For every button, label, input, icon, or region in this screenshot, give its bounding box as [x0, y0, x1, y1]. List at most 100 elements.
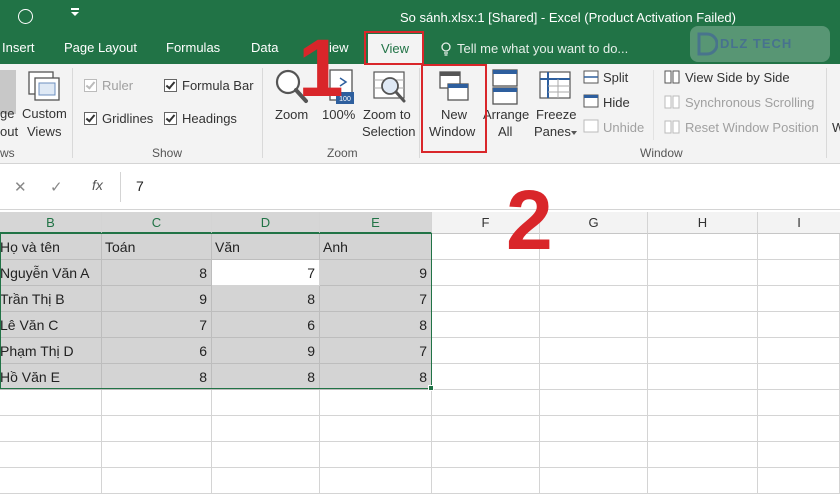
table-row-english[interactable]: 8: [320, 364, 432, 390]
empty-cell[interactable]: [540, 416, 648, 442]
empty-cell[interactable]: [0, 416, 102, 442]
empty-cell[interactable]: [648, 286, 758, 312]
empty-cell[interactable]: [758, 312, 840, 338]
empty-cell[interactable]: [212, 468, 320, 494]
view-side-by-side-button[interactable]: View Side by Side: [685, 70, 790, 85]
freeze-panes-label-1[interactable]: Freeze: [536, 107, 576, 122]
empty-cell[interactable]: [432, 286, 540, 312]
empty-cell[interactable]: [648, 338, 758, 364]
table-row-name[interactable]: Hồ Văn E: [0, 364, 102, 390]
table-row-name[interactable]: Trần Thị B: [0, 286, 102, 312]
table-row-math[interactable]: 8: [102, 260, 212, 286]
fill-handle[interactable]: [428, 385, 434, 391]
zoom-to-selection-label-2[interactable]: Selection: [362, 124, 415, 139]
empty-cell[interactable]: [648, 312, 758, 338]
empty-cell[interactable]: [648, 364, 758, 390]
zoom-to-selection-label-1[interactable]: Zoom to: [363, 107, 411, 122]
custom-views-icon[interactable]: [27, 70, 61, 102]
zoom-to-selection-icon[interactable]: [372, 70, 408, 104]
table-row-name[interactable]: Phạm Thị D: [0, 338, 102, 364]
empty-cell[interactable]: [648, 390, 758, 416]
empty-cell[interactable]: [758, 364, 840, 390]
empty-cell[interactable]: [648, 442, 758, 468]
empty-cell[interactable]: [648, 234, 758, 260]
empty-cell[interactable]: [0, 390, 102, 416]
table-row-english[interactable]: 7: [320, 338, 432, 364]
column-header-i[interactable]: I: [758, 212, 840, 234]
empty-cell[interactable]: [758, 442, 840, 468]
empty-cell[interactable]: [540, 442, 648, 468]
empty-cell[interactable]: [432, 338, 540, 364]
column-header-e[interactable]: E: [320, 212, 432, 234]
custom-views-label-2[interactable]: Views: [27, 124, 61, 139]
empty-cell[interactable]: [432, 416, 540, 442]
unhide-button[interactable]: Unhide: [603, 120, 644, 135]
tab-insert[interactable]: Insert: [2, 40, 35, 55]
split-icon[interactable]: [583, 70, 599, 84]
table-row-english[interactable]: 8: [320, 312, 432, 338]
freeze-panes-icon[interactable]: [538, 70, 572, 102]
empty-cell[interactable]: [320, 390, 432, 416]
customize-quick-access-icon[interactable]: [70, 8, 80, 18]
formula-input[interactable]: 7: [136, 178, 144, 194]
empty-cell[interactable]: [432, 312, 540, 338]
active-cell[interactable]: 7: [212, 260, 320, 286]
empty-cell[interactable]: [648, 260, 758, 286]
view-side-by-side-icon[interactable]: [664, 70, 680, 84]
switch-windows-partial-label[interactable]: W: [832, 120, 840, 135]
empty-cell[interactable]: [758, 468, 840, 494]
table-row-math[interactable]: 9: [102, 286, 212, 312]
arrange-all-label-2[interactable]: All: [498, 124, 512, 139]
column-header-d[interactable]: D: [212, 212, 320, 234]
arrange-all-label-1[interactable]: Arrange: [483, 107, 529, 122]
empty-cell[interactable]: [102, 416, 212, 442]
freeze-panes-label-2[interactable]: Panes: [534, 124, 571, 139]
tab-page-layout[interactable]: Page Layout: [64, 40, 137, 55]
table-row-math[interactable]: 6: [102, 338, 212, 364]
table-row-math[interactable]: 7: [102, 312, 212, 338]
tab-formulas[interactable]: Formulas: [166, 40, 220, 55]
column-header-c[interactable]: C: [102, 212, 212, 234]
table-row-literature[interactable]: 8: [212, 364, 320, 390]
empty-cell[interactable]: [212, 416, 320, 442]
empty-cell[interactable]: [648, 468, 758, 494]
cell-header-english[interactable]: Anh: [320, 234, 432, 260]
empty-cell[interactable]: [758, 416, 840, 442]
empty-cell[interactable]: [758, 286, 840, 312]
empty-cell[interactable]: [432, 390, 540, 416]
empty-cell[interactable]: [540, 312, 648, 338]
column-header-h[interactable]: H: [648, 212, 758, 234]
empty-cell[interactable]: [432, 468, 540, 494]
empty-cell[interactable]: [212, 442, 320, 468]
empty-cell[interactable]: [540, 260, 648, 286]
arrange-all-icon[interactable]: [491, 68, 519, 106]
table-row-literature[interactable]: 6: [212, 312, 320, 338]
column-header-b[interactable]: B: [0, 212, 102, 234]
empty-cell[interactable]: [758, 390, 840, 416]
gridlines-checkbox[interactable]: [84, 112, 97, 125]
hide-button[interactable]: Hide: [603, 95, 630, 110]
freeze-panes-dropdown-icon[interactable]: [571, 131, 577, 135]
empty-cell[interactable]: [320, 442, 432, 468]
empty-cell[interactable]: [758, 260, 840, 286]
tab-data[interactable]: Data: [251, 40, 278, 55]
empty-cell[interactable]: [540, 286, 648, 312]
table-row-english[interactable]: 7: [320, 286, 432, 312]
cell-header-name[interactable]: Họ và tên: [0, 234, 102, 260]
table-row-literature[interactable]: 8: [212, 286, 320, 312]
headings-checkbox[interactable]: [164, 112, 177, 125]
column-header-g[interactable]: G: [540, 212, 648, 234]
table-row-literature[interactable]: 9: [212, 338, 320, 364]
empty-cell[interactable]: [0, 468, 102, 494]
empty-cell[interactable]: [102, 442, 212, 468]
empty-cell[interactable]: [320, 416, 432, 442]
table-row-math[interactable]: 8: [102, 364, 212, 390]
empty-cell[interactable]: [212, 390, 320, 416]
hide-window-icon[interactable]: [583, 94, 599, 108]
empty-cell[interactable]: [648, 416, 758, 442]
table-row-name[interactable]: Lê Văn C: [0, 312, 102, 338]
table-row-english[interactable]: 9: [320, 260, 432, 286]
empty-cell[interactable]: [758, 338, 840, 364]
empty-cell[interactable]: [540, 468, 648, 494]
empty-cell[interactable]: [432, 442, 540, 468]
